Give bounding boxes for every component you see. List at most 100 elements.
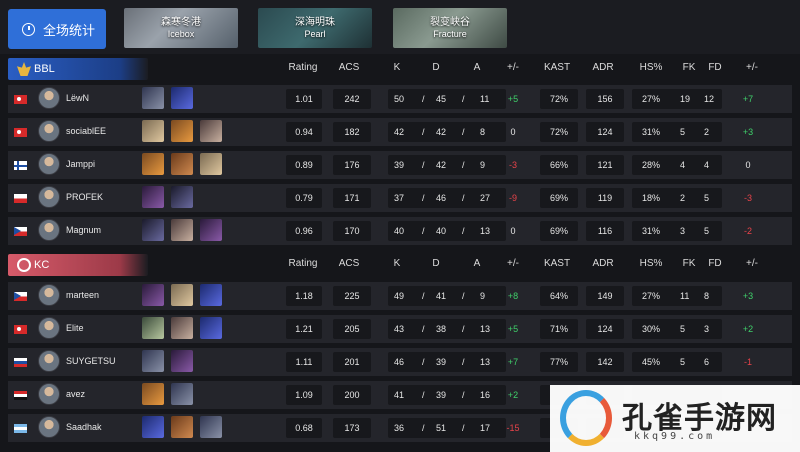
stat-fk-fd-diff: 0 [745,160,751,170]
stat-fd: 12 [704,94,715,104]
player-row[interactable]: Magnum 0.96 170 69% 116 31% 40/40/13 0 3 5 -2 [8,217,792,245]
player-name[interactable]: Elite [66,323,84,333]
tab-map-pearl[interactable]: 深海明珠 Pearl [258,8,372,48]
player-avatar[interactable] [38,383,60,405]
agent-portrait-icon [171,120,193,142]
stat-acs: 173 [333,418,371,438]
stat-kd-diff: +5 [507,324,519,334]
player-row[interactable]: Elite 1.21 205 71% 124 30% 43/38/13 +5 5 3 +2 [8,315,792,343]
stat-fk-fd-diff: +3 [742,291,754,301]
player-avatar[interactable] [38,120,60,142]
column-header: FD [708,62,722,73]
agent-list [142,317,222,339]
stat-fk: 19 [680,94,691,104]
player-row[interactable]: PROFEK 0.79 171 69% 119 18% 37/46/27 -9 2 5 -3 [8,184,792,212]
agent-portrait-icon [200,317,222,339]
stat-d: 51 [436,423,447,433]
stat-fk: 4 [680,160,686,170]
agent-list [142,153,222,175]
agent-portrait-icon [142,219,164,241]
player-name[interactable]: marteen [66,290,99,300]
country-flag-icon [14,128,27,137]
player-avatar[interactable] [38,186,60,208]
map-zh-name: 裂变峡谷 [430,16,470,28]
agent-portrait-icon [200,120,222,142]
stat-hs: 31% [632,221,670,241]
overall-stats-label: 全场统计 [43,22,96,38]
column-header: D [432,62,440,73]
player-name[interactable]: PROFEK [66,192,103,202]
player-avatar[interactable] [38,153,60,175]
stat-acs: 225 [333,286,371,306]
agent-portrait-icon [171,153,193,175]
team-name-bar: BBL [8,58,148,80]
agent-portrait-icon [200,284,222,306]
player-name[interactable]: avez [66,389,85,399]
agent-list [142,383,193,405]
agent-portrait-icon [171,87,193,109]
overall-stats-button[interactable]: 全场统计 [8,9,106,49]
player-row[interactable]: SUYGETSU 1.11 201 77% 142 45% 46/39/13 +7 5 6 -1 [8,348,792,376]
stat-kast: 69% [540,188,578,208]
country-flag-icon [14,227,27,236]
country-flag-icon [14,95,27,104]
player-name[interactable]: Saadhak [66,422,102,432]
player-avatar[interactable] [38,87,60,109]
kda-separator: / [422,94,425,104]
kda-separator: / [462,160,465,170]
player-name[interactable]: SUYGETSU [66,356,116,366]
kda-separator: / [422,324,425,334]
agent-list [142,186,193,208]
stat-hs: 27% [632,89,670,109]
agent-portrait-icon [142,87,164,109]
stat-a: 9 [480,291,486,301]
country-flag-icon [14,325,27,334]
tab-map-icebox[interactable]: 森寒冬港 Icebox [124,8,238,48]
watermark-logo-icon [560,390,612,446]
country-flag-icon [14,391,27,400]
stat-hs: 28% [632,155,670,175]
stat-hs: 31% [632,122,670,142]
fk-fd-box: 52 [668,122,722,142]
kda-separator: / [422,390,425,400]
stat-adr: 142 [586,352,624,372]
agent-portrait-icon [142,284,164,306]
player-name[interactable]: LëwN [66,93,89,103]
player-avatar[interactable] [38,219,60,241]
column-header: HS% [639,258,663,269]
player-row[interactable]: LëwN 1.01 242 72% 156 27% 50/45/11 +5 19 12 +7 [8,85,792,113]
player-avatar[interactable] [38,350,60,372]
player-name[interactable]: sociablEE [66,126,106,136]
fk-fd-box: 53 [668,319,722,339]
player-row[interactable]: marteen 1.18 225 64% 149 27% 49 / 41 / 9 +8 11 8 +3 [8,282,792,310]
agent-portrait-icon [142,317,164,339]
watermark: 孔雀手游网 kkq99.com [550,385,800,452]
player-avatar[interactable] [38,284,60,306]
stat-hs: 27% [632,286,670,306]
player-name[interactable]: Jamppi [66,159,95,169]
kda-separator: / [462,324,465,334]
stat-acs: 182 [333,122,371,142]
agent-portrait-icon [200,153,222,175]
player-avatar[interactable] [38,416,60,438]
stat-rating: 0.96 [286,221,322,241]
stat-fk: 2 [680,193,686,203]
kda-box: 37 / 46 / 27 [388,188,506,208]
player-avatar[interactable] [38,317,60,339]
agent-portrait-icon [171,317,193,339]
stat-fk-fd-diff: +7 [742,94,754,104]
stat-adr: 116 [586,221,624,241]
column-header: +/- [746,62,758,73]
team-logo-icon [17,62,31,76]
player-row[interactable]: Jamppi 0.89 176 66% 121 28% 39/42/9 -3 4 4 0 [8,151,792,179]
stat-kd-diff: +2 [507,390,519,400]
stat-d: 45 [436,94,447,104]
tab-map-fracture[interactable]: 裂变峡谷 Fracture [393,8,507,48]
kda-box: 49 / 41 / 9 [388,286,506,306]
column-header: +/- [507,258,519,269]
player-row[interactable]: sociablEE 0.94 182 72% 124 31% 42/42/8 0 5 2 +3 [8,118,792,146]
player-name[interactable]: Magnum [66,225,101,235]
country-flag-icon [14,292,27,301]
stat-hs: 18% [632,188,670,208]
column-header: HS% [639,62,663,73]
